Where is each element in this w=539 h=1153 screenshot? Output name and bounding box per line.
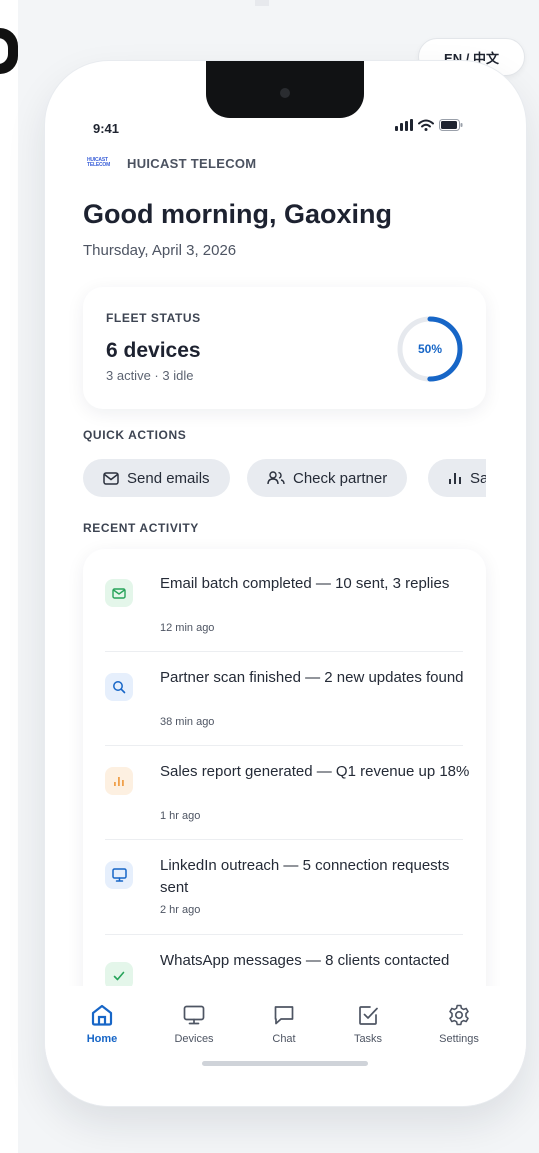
recent-activity-label: RECENT ACTIVITY [83,521,199,535]
monitor-icon [105,861,133,889]
tab-home[interactable]: Home [72,1003,132,1045]
fleet-percent-label: 50% [417,342,443,356]
tab-chat[interactable]: Chat [254,1003,314,1045]
activity-item[interactable]: Email batch completed — 10 sent, 3 repli… [105,573,463,648]
status-icons [395,119,463,131]
mail-icon [103,471,119,485]
quick-actions-row: Send emails Check partner Sa [83,459,486,499]
top-marker [255,0,269,6]
greeting-title: Good morning, Gaoxing [83,199,392,229]
sales-report-label: Sa [470,469,486,487]
brand-name: HUICAST TELECOM [127,156,257,171]
activity-title: Sales report generated — Q1 revenue up 1… [160,763,470,780]
activity-title: LinkedIn outreach — 5 connection request… [160,857,450,896]
wifi-icon [418,119,434,131]
recent-activity-card: Email batch completed — 10 sent, 3 repli… [83,549,486,1049]
partial-logo-glyph [0,28,18,74]
quick-actions-label: QUICK ACTIONS [83,428,187,442]
monitor-icon [183,1005,205,1025]
activity-time: 38 min ago [160,716,215,728]
mail-icon [105,579,133,607]
activity-item[interactable]: Sales report generated — Q1 revenue up 1… [105,761,469,836]
fleet-device-summary: 3 active · 3 idle [106,368,194,383]
tasks-icon [359,1006,378,1025]
fleet-device-count: 6 devices [106,339,201,362]
home-indicator [202,1061,368,1066]
brand: HUICAST TELECOM HUICAST TELECOM [87,156,256,171]
activity-item[interactable]: Partner scan finished — 2 new updates fo… [105,667,464,742]
tab-tasks[interactable]: Tasks [338,1003,398,1045]
divider [105,934,463,935]
search-icon [105,673,133,701]
status-time: 9:41 [93,121,120,136]
activity-time: 1 hr ago [160,810,201,822]
activity-item[interactable]: LinkedIn outreach — 5 connection request… [105,855,463,930]
phone-frame: 9:41 HUICAST TELECOM HUICAST TELECOM Goo… [45,61,526,1106]
tab-settings-label: Settings [439,1033,479,1045]
notch [206,61,364,118]
divider [105,745,463,746]
activity-title: Partner scan finished — 2 new updates fo… [160,669,464,686]
battery-icon [439,119,463,131]
tab-devices-label: Devices [174,1033,214,1045]
bar-chart-icon [105,767,133,795]
home-icon [91,1004,113,1026]
divider [105,651,463,652]
bottom-tab-bar: Home Devices Chat Tasks Settings [45,986,526,1106]
activity-title: WhatsApp messages — 8 clients contacted [160,952,450,969]
tab-chat-label: Chat [272,1033,296,1045]
date-text: Thursday, April 3, 2026 [83,242,237,259]
tab-home-label: Home [86,1033,118,1045]
fleet-status-card[interactable]: FLEET STATUS 6 devices 3 active · 3 idle… [83,287,486,409]
send-emails-label: Send emails [127,469,210,487]
activity-title: Email batch completed — 10 sent, 3 repli… [160,575,450,592]
activity-time: 2 hr ago [160,904,201,916]
fleet-status-label: FLEET STATUS [106,311,201,325]
users-icon [267,471,285,485]
tab-tasks-label: Tasks [353,1033,383,1045]
camera-icon [280,88,290,98]
check-partner-label: Check partner [293,469,388,487]
send-emails-button[interactable]: Send emails [83,459,230,497]
bar-chart-icon [449,473,461,484]
activity-time: 12 min ago [160,622,215,634]
gear-icon [449,1004,469,1026]
tab-settings[interactable]: Settings [429,1003,489,1045]
divider [105,839,463,840]
brand-logo: HUICAST TELECOM [87,157,111,168]
signal-icon [395,119,413,131]
sales-report-button[interactable]: Sa [428,459,486,497]
tab-devices[interactable]: Devices [164,1003,224,1045]
chat-icon [274,1006,294,1025]
check-partner-button[interactable]: Check partner [247,459,408,497]
